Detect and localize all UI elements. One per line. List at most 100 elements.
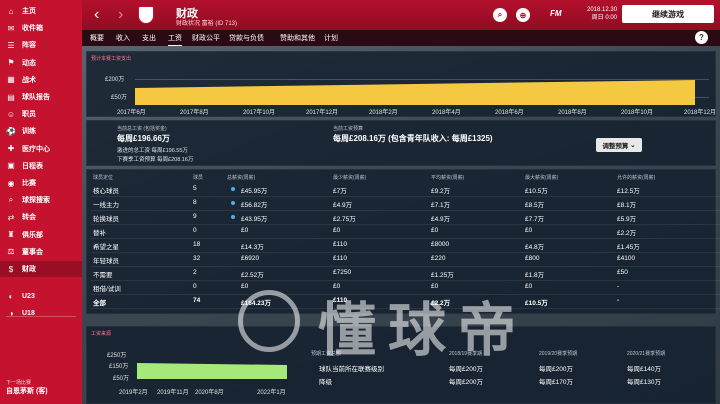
column-header[interactable]: 球员 [193, 174, 203, 181]
table-cell: £8.5万 [525, 202, 545, 209]
sidebar-item-13[interactable]: ♜ 俱乐部 [0, 227, 82, 243]
tab-5[interactable]: 贷款与负债 [229, 33, 264, 43]
x-tick: 2018年10月 [621, 110, 654, 116]
continue-button[interactable]: 继续游戏 [622, 5, 714, 23]
sidebar-item-6[interactable]: ☺ 职员 [0, 106, 82, 122]
sidebar-item-4[interactable]: ▦ 战术 [0, 72, 82, 88]
page-subtitle: 财政状况 富裕 (ID 713) [176, 21, 238, 27]
fm-menu-button[interactable]: FM [550, 9, 562, 18]
table-cell: £1.8万 [525, 272, 545, 279]
role-name[interactable]: 不需要 [93, 269, 113, 279]
column-header[interactable]: 允许的薪资(周薪) [617, 174, 655, 181]
info-value: 每周£140万 [627, 366, 661, 373]
projection-area-chart [137, 363, 287, 379]
tab-1[interactable]: 收入 [116, 33, 130, 43]
adjust-budget-button[interactable]: 调整预算 ⌄ [596, 138, 642, 152]
tab-3[interactable]: 工资 [168, 33, 182, 47]
sidebar-item-1[interactable]: ✉ 收件箱 [0, 20, 82, 36]
next-match-hint: 下一场比赛 [6, 380, 32, 386]
x-tick: 2019年11月 [157, 390, 189, 396]
sidebar-item-label: 阵容 [22, 42, 36, 50]
search-icon[interactable]: ⌕ [493, 8, 507, 22]
training-icon: ⚽ [6, 126, 16, 136]
table-cell: 74 [193, 297, 201, 304]
sidebar-item-15[interactable]: $ 财政 [0, 261, 82, 277]
day-text: 周日 0:00 [591, 15, 618, 21]
budget-value: 每周£208.16万 (包含青年队收入: 每周£1325) [333, 134, 493, 143]
sidebar-item-label: 训练 [22, 128, 36, 136]
sidebar-item-12[interactable]: ⇄ 转会 [0, 209, 82, 225]
table-cell: £4.9万 [431, 216, 451, 223]
sidebar-item-label: 战术 [22, 76, 36, 84]
date-text: 2018.12.30 [587, 7, 618, 13]
globe-icon[interactable]: ⊕ [516, 8, 530, 22]
table-cell: - [617, 283, 620, 290]
date-display[interactable]: 2018.12.30 周日 0:00 [587, 6, 617, 22]
next-season-budget: 下赛季工资预算 每周£208.16万 [117, 157, 194, 163]
role-name[interactable]: 轮换球员 [93, 213, 119, 223]
sidebar-item-9[interactable]: ▣ 日程表 [0, 158, 82, 174]
column-header[interactable]: 球员定位 [93, 174, 113, 181]
tab-0[interactable]: 概要 [90, 33, 104, 43]
y-tick: £50万 [113, 376, 130, 382]
sidebar-item-label: 转会 [22, 214, 36, 222]
table-cell: £110 [333, 255, 347, 262]
table-cell: £5.9万 [617, 216, 637, 223]
sidebar-item-2[interactable]: ☰ 阵容 [0, 37, 82, 53]
sidebar-item-14[interactable]: ⚖ 董事会 [0, 244, 82, 260]
role-name[interactable]: 核心球员 [93, 185, 119, 195]
tab-4[interactable]: 财政公平 [192, 33, 220, 43]
role-name[interactable]: 希望之星 [93, 241, 119, 251]
sidebar-item-10[interactable]: ◉ 比赛 [0, 175, 82, 191]
sidebar-item-label: 球队报告 [22, 94, 50, 101]
sidebar-item-label: 职员 [22, 111, 36, 119]
table-cell: 5 [193, 185, 197, 192]
table-cell: £220 [431, 255, 446, 262]
sidebar-item-label: 主页 [22, 8, 36, 15]
sidebar-item-8[interactable]: ✚ 医疗中心 [0, 141, 82, 157]
scouting-icon: ⌕ [8, 195, 14, 205]
sidebar-item-0[interactable]: ⌂ 主页 [0, 3, 82, 19]
table-cell: £43.95万 [241, 216, 268, 223]
column-header[interactable]: 最少薪资(周薪) [333, 174, 366, 181]
back-button[interactable]: ‹ [94, 6, 99, 24]
club-badge-icon[interactable] [138, 6, 154, 24]
table-cell: £6920 [241, 255, 260, 262]
forward-button[interactable]: › [118, 6, 123, 24]
table-cell: £110 [333, 241, 347, 248]
role-name[interactable]: 年轻球员 [93, 255, 119, 265]
sidebar-item-17[interactable]: ◑ U18 [0, 305, 82, 321]
role-name[interactable]: 一线主力 [93, 199, 119, 209]
role-name[interactable]: 替补 [93, 227, 106, 237]
tab-6[interactable]: 赞助和其他 [280, 33, 315, 43]
table-cell: 8 [193, 199, 197, 206]
column-header[interactable]: 总薪资(周薪) [227, 174, 255, 181]
y-tick: £250万 [107, 353, 127, 359]
row-divider [91, 224, 720, 225]
table-cell: £0 [525, 227, 533, 234]
column-header[interactable]: 最大薪资(周薪) [525, 174, 558, 181]
column-header[interactable]: 平均薪资(周薪) [431, 174, 464, 181]
sidebar-item-16[interactable]: ◐ U23 [0, 288, 82, 304]
row-divider [91, 196, 720, 197]
role-name[interactable]: 全部 [93, 297, 106, 307]
help-icon[interactable]: ? [695, 31, 708, 44]
table-cell: £1.25万 [431, 272, 454, 279]
adjust-label: 调整预算 [602, 143, 629, 150]
tab-2[interactable]: 支出 [142, 33, 156, 43]
next-match-name[interactable]: 自恩茅斯 (客) [6, 386, 48, 396]
sidebar-item-7[interactable]: ⚽ 训练 [0, 123, 82, 139]
report-icon: ▤ [7, 92, 15, 102]
sidebar-item-3[interactable]: ⚑ 动态 [0, 55, 82, 71]
sidebar-item-5[interactable]: ▤ 球队报告 [0, 89, 82, 105]
tab-7[interactable]: 计划 [324, 33, 338, 43]
u23-icon: ◐ [8, 291, 14, 301]
relegation-text: 降级 [319, 379, 332, 386]
sidebar-item-11[interactable]: ⌕ 球探搜索 [0, 192, 82, 208]
row-divider [91, 252, 720, 253]
transfers-icon: ⇄ [7, 212, 15, 222]
table-cell: £1.45万 [617, 244, 640, 251]
x-tick: 2018年8月 [558, 110, 587, 116]
table-cell: £7万 [333, 188, 347, 195]
role-name[interactable]: 租借/试训 [93, 283, 121, 293]
